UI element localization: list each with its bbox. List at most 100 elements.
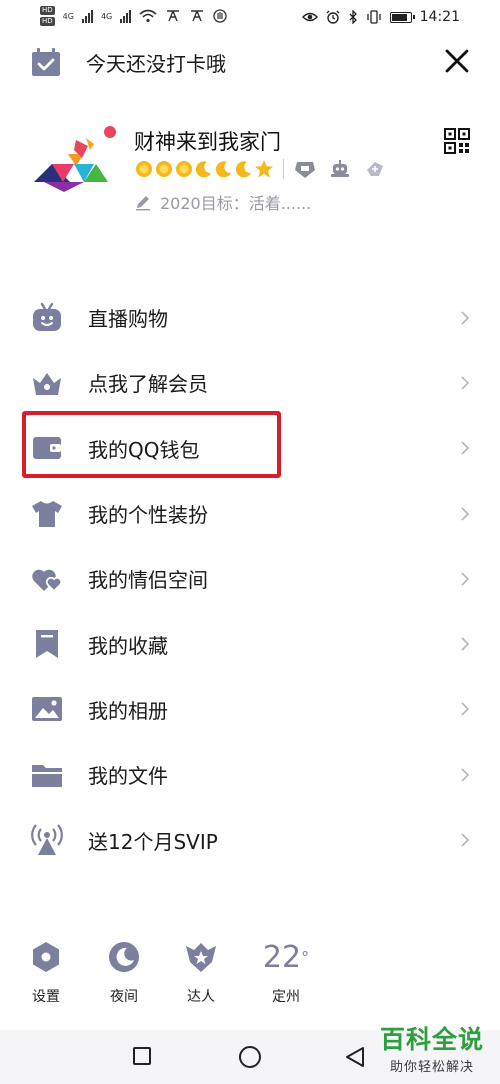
- eye-icon: [301, 12, 318, 22]
- menu-item-label: 直播购物: [88, 307, 168, 332]
- network-type-1: 4G: [62, 11, 74, 21]
- hd-badge-2: HD: [40, 17, 55, 26]
- crown-icon: [30, 366, 64, 400]
- menu-item-membership[interactable]: 点我了解会员: [0, 350, 500, 415]
- recent-apps-button[interactable]: [133, 1047, 151, 1065]
- broadcast-icon: [30, 823, 64, 857]
- avatar[interactable]: [30, 120, 120, 200]
- chevron-right-icon: [461, 702, 470, 716]
- temperature-unit: °: [301, 948, 310, 967]
- chevron-right-icon: [461, 637, 470, 651]
- chevron-right-icon: [461, 311, 470, 325]
- tshirt-icon: [30, 497, 64, 531]
- menu-item-label: 我的情侣空间: [88, 568, 208, 593]
- qr-code-icon[interactable]: [444, 128, 470, 154]
- signature-text: 2020目标：活着......: [160, 194, 312, 213]
- chevron-right-icon: [461, 833, 470, 847]
- night-mode-button[interactable]: 夜间: [94, 940, 154, 1006]
- checkin-row[interactable]: 今天还没打卡哦: [30, 44, 226, 80]
- checkin-text: 今天还没打卡哦: [86, 51, 226, 76]
- menu-item-label: 我的个性装扮: [88, 503, 208, 528]
- menu-item-label: 我的文件: [88, 764, 168, 789]
- city-label: 定州: [272, 989, 300, 1005]
- folder-icon: [30, 758, 64, 792]
- wallet-icon: [30, 431, 64, 465]
- watermark-subtitle: 助你轻松解决: [389, 1060, 474, 1075]
- signal-icon-1: [81, 9, 93, 23]
- battery-icon: [389, 11, 415, 23]
- tv-robot-icon: [30, 301, 64, 335]
- clock-time: 14:21: [419, 9, 460, 25]
- menu-item-album[interactable]: 我的相册: [0, 677, 500, 742]
- menu-item-label: 我的相册: [88, 698, 168, 723]
- expert-button[interactable]: 达人: [171, 940, 231, 1006]
- expert-label: 达人: [187, 989, 215, 1005]
- sun-level-icon: [176, 161, 192, 177]
- menu-item-label: 点我了解会员: [88, 372, 208, 397]
- night-mode-icon: [109, 942, 139, 972]
- vibrate-icon: [366, 10, 381, 24]
- star-level-icon: [255, 160, 273, 178]
- watermark: 百科全说 助你轻松解决: [380, 1024, 484, 1075]
- chevron-right-icon: [461, 441, 470, 455]
- home-button[interactable]: [239, 1046, 261, 1068]
- status-bar: HD HD 4G 4G 14:21: [0, 0, 500, 38]
- night-mode-label: 夜间: [110, 989, 138, 1005]
- chevron-right-icon: [461, 506, 470, 521]
- menu-item-couple-space[interactable]: 我的情侣空间: [0, 546, 500, 611]
- menu-item-label: 我的QQ钱包: [88, 437, 200, 462]
- signature-row[interactable]: 2020目标：活着......: [134, 190, 311, 214]
- hand-icon: [213, 9, 227, 23]
- settings-label: 设置: [32, 989, 60, 1005]
- moon-level-icon: [195, 161, 211, 178]
- profile-card[interactable]: 财神来到我家门 2020目标：活着......: [30, 120, 470, 230]
- wifi-icon: [139, 9, 157, 23]
- alarm-icon: [326, 10, 340, 24]
- app-notification-icon: [167, 10, 180, 22]
- back-triangle-icon[interactable]: [344, 1045, 366, 1069]
- network-type-2: 4G: [100, 11, 113, 21]
- calendar-check-icon: [32, 48, 60, 76]
- photo-icon: [30, 692, 64, 726]
- chevron-right-icon: [461, 376, 470, 390]
- level-suns: [134, 159, 274, 179]
- menu-item-live-shopping[interactable]: 直播购物: [0, 285, 500, 350]
- game-badge-icon[interactable]: [363, 158, 387, 180]
- menu-item-favorites[interactable]: 我的收藏: [0, 611, 500, 676]
- weather-widget[interactable]: 22° 定州: [256, 940, 316, 1006]
- sun-level-icon: [156, 161, 172, 177]
- chevron-right-icon: [461, 572, 470, 586]
- chevron-right-icon: [461, 768, 470, 782]
- menu-item-label: 我的收藏: [88, 633, 168, 658]
- temperature-value: 22°: [256, 940, 316, 976]
- settings-button[interactable]: 设置: [16, 940, 76, 1006]
- temperature-number: 22: [262, 940, 302, 975]
- user-name: 财神来到我家门: [134, 130, 281, 154]
- moon-level-icon: [215, 161, 231, 178]
- settings-hexagon-icon: [33, 942, 59, 972]
- sun-level-icon: [136, 161, 152, 177]
- menu-item-label: 送12个月SVIP: [88, 829, 218, 854]
- hd-badges: HD HD: [40, 6, 55, 26]
- qq-level-icons[interactable]: [134, 158, 395, 180]
- side-menu: 直播购物 点我了解会员 我的QQ钱包 我的个性装扮 我的情侣空间 我的收藏 我的…: [0, 285, 500, 873]
- menu-item-svip[interactable]: 送12个月SVIP: [0, 807, 500, 872]
- pencil-icon: [136, 196, 150, 211]
- hearts-icon: [30, 562, 64, 596]
- close-icon[interactable]: [442, 46, 472, 76]
- menu-item-personalization[interactable]: 我的个性装扮: [0, 481, 500, 546]
- bookmark-icon: [30, 627, 64, 661]
- level-divider: [283, 159, 284, 179]
- menu-item-qq-wallet[interactable]: 我的QQ钱包: [0, 416, 500, 481]
- menu-item-files[interactable]: 我的文件: [0, 742, 500, 807]
- vip-badge-icon[interactable]: [293, 158, 317, 180]
- expert-badge-icon: [186, 943, 216, 972]
- bluetooth-icon: [349, 10, 357, 24]
- status-right: 14:21: [301, 9, 460, 25]
- moon-level-icon: [235, 161, 251, 178]
- robot-badge-icon[interactable]: [328, 158, 352, 180]
- watermark-title: 百科全说: [379, 1025, 484, 1054]
- status-left: HD HD 4G 4G: [40, 6, 227, 26]
- hd-badge-1: HD: [40, 6, 55, 15]
- bottom-bar: 设置 夜间 达人 22° 定州: [0, 940, 500, 1020]
